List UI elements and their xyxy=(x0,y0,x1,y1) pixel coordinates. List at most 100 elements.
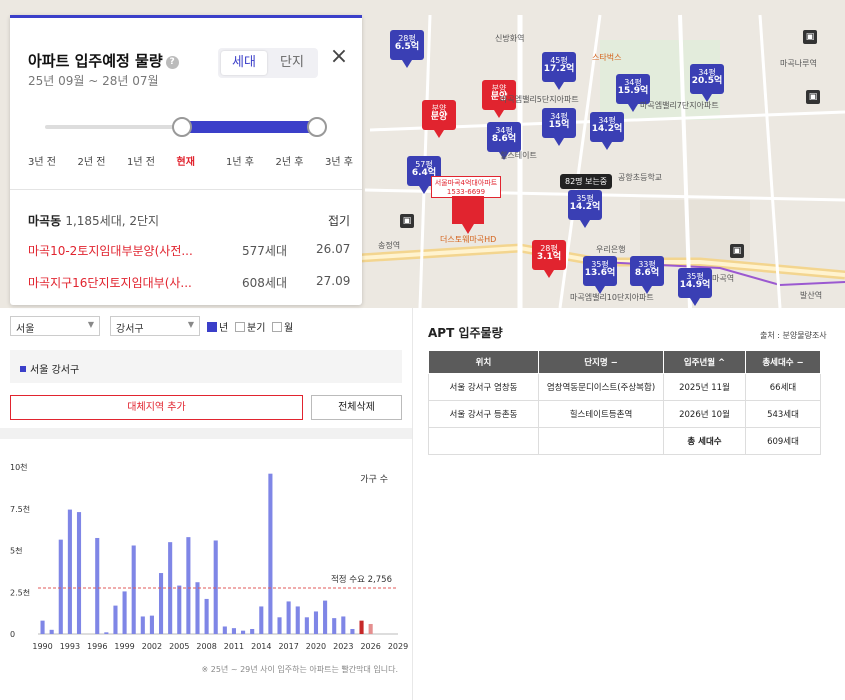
chart-x-ticks: 1990 1993 1996 1999 2002 2005 2008 2011 2014 2017… xyxy=(32,642,408,651)
total-value: 609세대 xyxy=(745,427,821,455)
col-date-header[interactable]: 입주년월 ^ xyxy=(663,350,746,374)
y-tick-label: 0 xyxy=(10,630,15,639)
subway-station-icon: ▣ xyxy=(806,90,820,104)
col-location-header[interactable]: 위치 xyxy=(428,350,539,374)
chart-bar xyxy=(213,540,218,634)
chart-bar xyxy=(268,473,273,634)
section-band xyxy=(0,428,412,439)
cell-units: 543세대 xyxy=(745,400,821,428)
x-tick-label: 2002 xyxy=(142,642,162,651)
toggle-complexes[interactable]: 단지 xyxy=(269,51,315,75)
apt-table-source: 출처 : 분양물량조사 xyxy=(760,331,827,340)
complex-units: 608세대 xyxy=(242,276,287,290)
x-tick-label: 2011 xyxy=(224,642,244,651)
complex-name-link[interactable]: 마곡지구16단지토지임대부(사... xyxy=(28,274,230,291)
map-price-pin[interactable]: 33평 8.6억 xyxy=(630,256,664,294)
close-icon[interactable]: × xyxy=(328,45,350,69)
slider-tick-label: 1년 전 xyxy=(127,157,155,168)
ad-pin[interactable] xyxy=(452,196,484,234)
col-units-header[interactable]: 총세대수 − xyxy=(745,350,821,374)
map-label: 마곡엠밸리5단지아파트 xyxy=(500,95,579,104)
map-price-pin[interactable]: 34평 15억 xyxy=(542,108,576,146)
complex-name-link[interactable]: 마곡10-2토지임대부분양(사전... xyxy=(28,242,230,259)
slider-tick-label: 2년 후 xyxy=(275,157,304,168)
map-price-pin[interactable]: 28평 6.5억 xyxy=(390,30,424,68)
slider-tick-label: 3년 전 xyxy=(28,157,56,168)
y-tick-label: 5천 xyxy=(10,546,22,556)
chart-footnote: ※ 25년 ~ 29년 사이 입주하는 아파트는 빨간막대 입니다. xyxy=(202,664,399,674)
map-price-pin[interactable]: 34평 20.5억 xyxy=(690,64,724,102)
help-icon[interactable]: ? xyxy=(165,56,179,69)
chart-y-ticks: 0 2.5천 5천 7.5천 10천 xyxy=(10,462,30,639)
city-select[interactable]: 서울 ▼ xyxy=(10,316,100,336)
map-sale-pin[interactable]: 분양 분양 xyxy=(422,100,456,138)
map-label: 힐스테이트 xyxy=(500,151,537,160)
x-tick-label: 2020 xyxy=(306,642,326,651)
map-price-pin[interactable]: 35평 13.6억 xyxy=(583,256,617,294)
add-comparison-area-button[interactable]: 대체지역 추가 xyxy=(10,395,303,420)
chart-bar xyxy=(113,605,118,634)
x-tick-label: 1996 xyxy=(87,642,107,651)
x-tick-label: 1990 xyxy=(32,642,52,651)
x-tick-label: 2008 xyxy=(196,642,216,651)
card-divider xyxy=(10,189,362,190)
map-price-pin[interactable]: 34평 14.2억 xyxy=(590,112,624,150)
unit-toggle: 세대 단지 xyxy=(218,48,318,78)
cell-date: 2025년 11월 xyxy=(663,373,746,401)
y-tick-label: 7.5천 xyxy=(10,504,30,514)
y-tick-label: 10천 xyxy=(10,462,28,472)
chart-bar xyxy=(149,615,154,634)
period-quarter-checkbox[interactable]: 분기 xyxy=(235,319,265,334)
col-complex-header[interactable]: 단지명 − xyxy=(538,350,664,374)
chart-bar xyxy=(277,617,282,634)
map-label: 우리은행 xyxy=(596,245,626,254)
slider-end-handle[interactable] xyxy=(307,117,327,137)
ad-callout[interactable]: 서울마곡4억대아파트 1533-6699 xyxy=(431,176,501,198)
cell-location: 서울 강서구 염창동 xyxy=(428,373,539,401)
chart-bars xyxy=(40,473,373,634)
period-month-checkbox[interactable]: 월 xyxy=(272,319,293,334)
chart-bar xyxy=(40,620,45,634)
panel-divider xyxy=(412,308,413,700)
slider-tick-label: 2년 전 xyxy=(77,157,106,168)
x-tick-label: 2014 xyxy=(251,642,271,651)
map-sale-pin[interactable]: 28평 3.1억 xyxy=(532,240,566,278)
checkbox-box xyxy=(235,322,245,332)
map-label: 스타벅스 xyxy=(592,53,622,62)
selected-area-tag[interactable]: 서울 강서구 xyxy=(10,350,402,383)
chart-bar xyxy=(204,598,209,634)
map-price-pin[interactable]: 35평 14.2억 xyxy=(568,190,602,228)
chart-bar xyxy=(95,537,100,634)
complex-date: 26.07 xyxy=(316,242,351,256)
delete-all-button[interactable]: 전체삭제 xyxy=(311,395,402,420)
chart-bar xyxy=(158,573,164,634)
x-tick-label: 2026 xyxy=(360,642,380,651)
table-row: 서울 강서구 등촌동 힐스테이트등촌역 2026년 10월 543세대 xyxy=(428,400,821,428)
series-color-swatch xyxy=(20,366,26,372)
x-tick-label: 2029 xyxy=(388,642,408,651)
period-slider[interactable] xyxy=(45,117,327,137)
map-price-pin[interactable]: 35평 14.9억 xyxy=(678,268,712,306)
chart-bar xyxy=(177,585,182,634)
callout-phone: 1533-6699 xyxy=(446,188,486,196)
chart-bar xyxy=(104,632,109,634)
chart-bar xyxy=(332,618,337,634)
period-year-checkbox[interactable]: 년 xyxy=(207,319,228,334)
card-period: 25년 09월 ~ 28년 07월 xyxy=(28,74,159,88)
map-price-pin[interactable]: 34평 8.6억 xyxy=(487,122,521,160)
supply-card: 아파트 입주예정 물량? 25년 09월 ~ 28년 07월 세대 단지 × 3… xyxy=(10,15,362,305)
map-label: 공항초등학교 xyxy=(618,173,663,182)
x-tick-label: 2023 xyxy=(333,642,353,651)
toggle-households[interactable]: 세대 xyxy=(221,51,267,75)
x-tick-label: 1993 xyxy=(60,642,80,651)
map-price-pin[interactable]: 45평 17.2억 xyxy=(542,52,576,90)
district-select[interactable]: 강서구 ▼ xyxy=(110,316,200,336)
map-label: 마곡엠밸리10단지아파트 xyxy=(570,293,654,302)
checkbox-box xyxy=(207,322,217,332)
card-topbar xyxy=(10,15,362,18)
slider-start-handle[interactable] xyxy=(172,117,192,137)
chart-bar xyxy=(250,628,255,634)
fold-button[interactable]: 접기 xyxy=(328,212,350,229)
chart-bar xyxy=(259,606,264,634)
series-label: 가구 수 xyxy=(360,474,388,485)
